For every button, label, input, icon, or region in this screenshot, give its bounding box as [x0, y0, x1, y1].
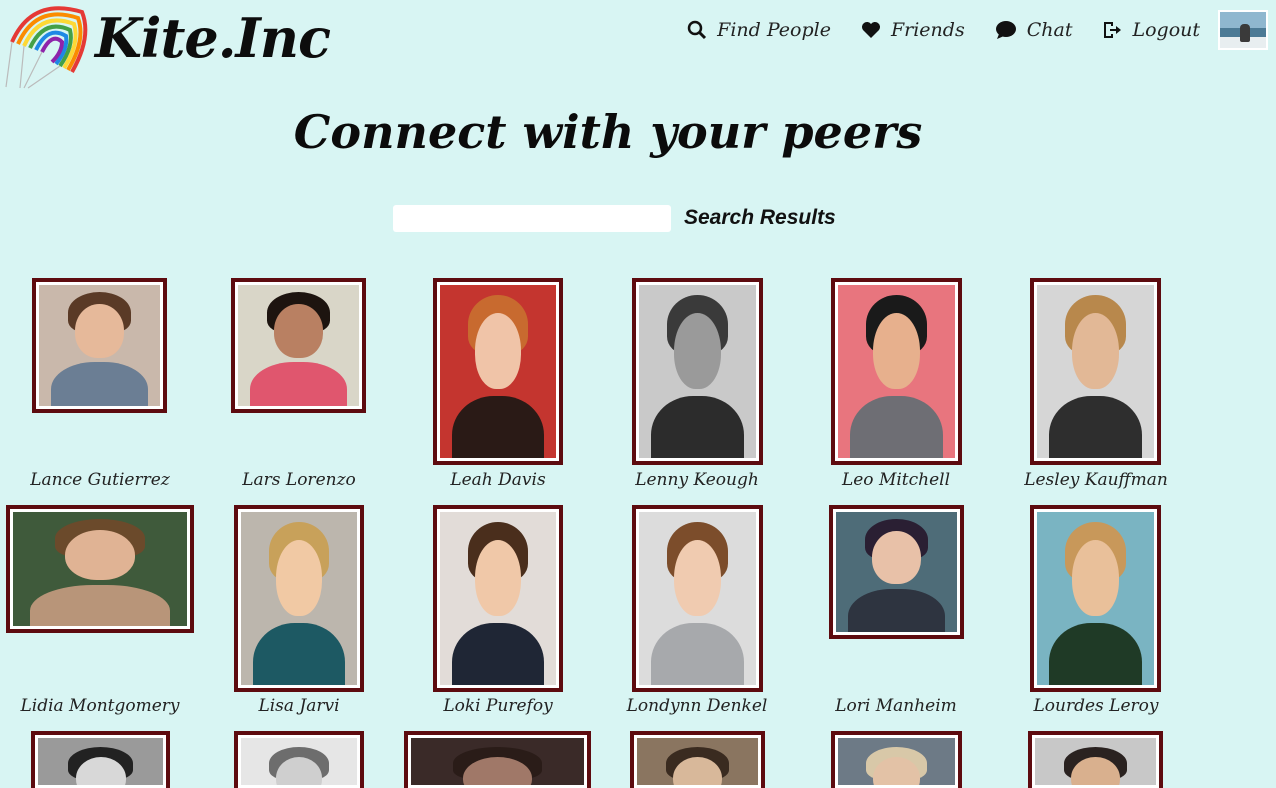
logout-icon	[1104, 22, 1122, 38]
person-name[interactable]: Lenny Keough	[597, 470, 797, 490]
person-photo[interactable]	[632, 278, 763, 465]
person-name[interactable]: Leo Mitchell	[796, 470, 996, 490]
person-name[interactable]: Lesley Kauffman	[996, 470, 1196, 490]
nav-friends[interactable]: Friends	[861, 19, 965, 41]
page-title: Connect with your peers	[293, 105, 923, 159]
person-photo[interactable]	[234, 731, 364, 788]
person-name[interactable]: Lance Gutierrez	[0, 470, 200, 490]
person-photo[interactable]	[433, 505, 563, 692]
person-photo[interactable]	[630, 731, 765, 788]
person-name[interactable]: Lisa Jarvi	[199, 696, 399, 716]
person-name[interactable]: Lars Lorenzo	[199, 470, 399, 490]
heart-icon	[861, 22, 880, 38]
person-photo[interactable]	[1030, 505, 1161, 692]
person-photo[interactable]	[231, 278, 366, 413]
person-name[interactable]: Loki Purefoy	[398, 696, 598, 716]
user-avatar[interactable]	[1218, 10, 1268, 50]
person-photo[interactable]	[6, 505, 194, 633]
person-photo[interactable]	[32, 278, 167, 413]
person-photo[interactable]	[632, 505, 763, 692]
person-photo[interactable]	[831, 278, 962, 465]
person-name[interactable]: Lidia Montgomery	[0, 696, 200, 716]
nav-logout-label: Logout	[1132, 19, 1200, 41]
nav-logout[interactable]: Logout	[1102, 19, 1200, 41]
person-photo[interactable]	[433, 278, 563, 465]
top-nav: Find People Friends Chat Logout	[657, 10, 1268, 50]
person-name[interactable]: Lourdes Leroy	[996, 696, 1196, 716]
person-photo[interactable]	[1030, 278, 1161, 465]
nav-chat-label: Chat	[1026, 19, 1073, 41]
person-photo[interactable]	[31, 731, 170, 788]
person-name[interactable]: Lori Manheim	[796, 696, 996, 716]
chat-icon	[995, 21, 1016, 39]
search-results-button[interactable]: Search Results	[684, 206, 836, 230]
person-photo[interactable]	[831, 731, 962, 788]
person-photo[interactable]	[829, 505, 964, 639]
search-icon	[687, 20, 707, 40]
person-name[interactable]: Londynn Denkel	[597, 696, 797, 716]
nav-chat[interactable]: Chat	[995, 19, 1073, 41]
person-photo[interactable]	[234, 505, 364, 692]
nav-find-people-label: Find People	[717, 19, 831, 41]
person-photo[interactable]	[1028, 731, 1163, 788]
brand-logo[interactable]: Kite.Inc	[0, 0, 331, 90]
brand-name: Kite.Inc	[95, 6, 331, 70]
person-photo[interactable]	[404, 731, 591, 788]
kite-logo-icon	[5, 6, 88, 89]
person-name[interactable]: Leah Davis	[398, 470, 598, 490]
nav-find-people[interactable]: Find People	[687, 19, 831, 41]
search-input[interactable]	[393, 205, 671, 232]
nav-friends-label: Friends	[890, 19, 965, 41]
